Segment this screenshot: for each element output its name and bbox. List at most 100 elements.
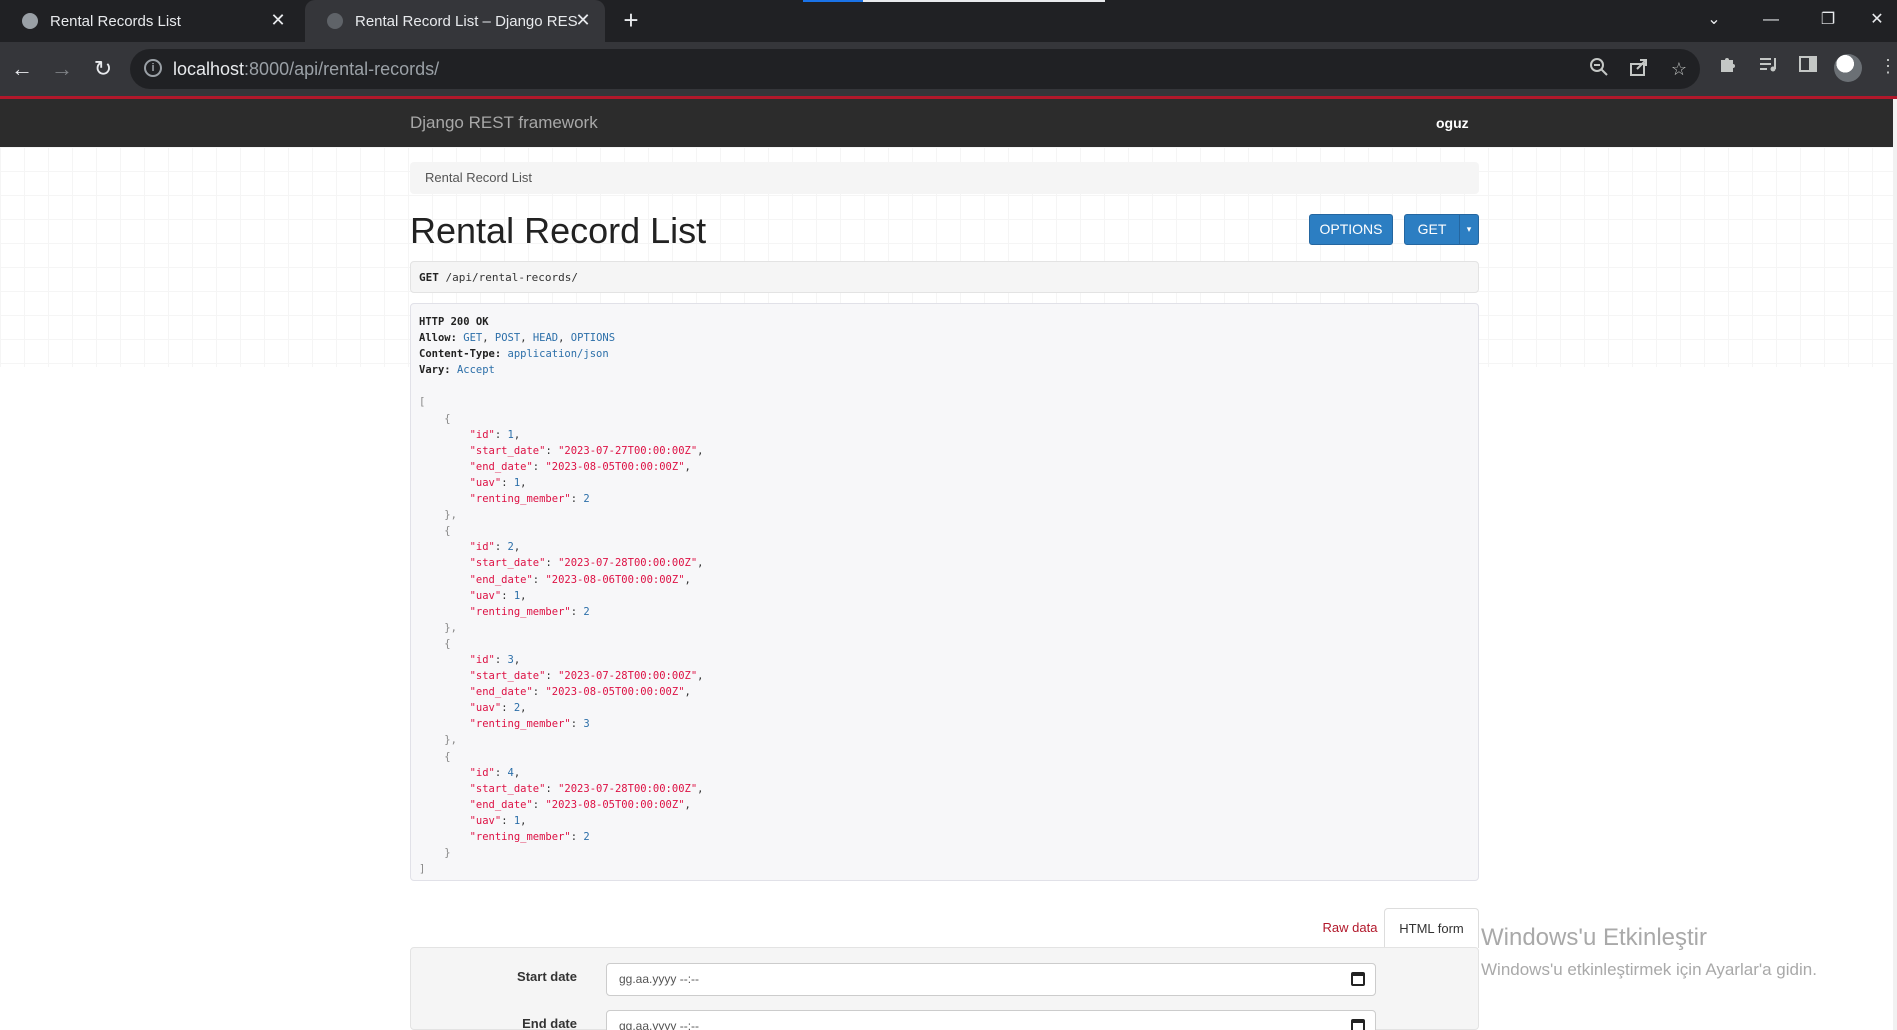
minimize-icon[interactable]: — [1751, 5, 1791, 35]
json-key: "end_date" [469, 798, 533, 811]
calendar-icon[interactable] [1351, 972, 1365, 986]
browser-tab-rental-records[interactable]: Rental Records List ✕ [0, 0, 300, 42]
json-key: "renting_member" [469, 831, 571, 843]
globe-icon [22, 13, 38, 29]
site-info-icon[interactable]: i [144, 59, 162, 77]
menu-kebab-icon[interactable]: ⋮ [1876, 54, 1897, 78]
page-scrollbar[interactable] [1893, 99, 1897, 1030]
json-brace: }, [444, 509, 457, 522]
json-string-value: "2023-08-06T00:00:00Z" [545, 573, 685, 586]
json-number-value: 1 [513, 589, 521, 602]
tab-search-icon[interactable]: ⌄ [1694, 5, 1734, 35]
json-bracket: ] [419, 863, 426, 876]
get-button[interactable]: GET [1404, 214, 1460, 245]
star-icon[interactable]: ☆ [1667, 57, 1691, 81]
tab-raw-data[interactable]: Raw data [1310, 908, 1390, 948]
puzzle-icon[interactable] [1716, 54, 1740, 78]
json-brace: { [444, 750, 451, 763]
restore-icon[interactable]: ❐ [1808, 5, 1848, 35]
json-string-value: "2023-07-28T00:00:00Z" [558, 557, 698, 570]
json-key: "uav" [469, 476, 502, 489]
user-menu[interactable]: oguz [1436, 115, 1469, 131]
json-key: "uav" [469, 589, 502, 602]
json-bracket: [ [419, 396, 426, 409]
end-date-label: End date [522, 1016, 577, 1030]
reload-icon[interactable]: ↻ [88, 54, 118, 84]
response-header-key: Vary: [419, 364, 451, 377]
json-brace: } [444, 847, 451, 860]
json-key: "renting_member" [469, 493, 571, 506]
json-string-value: "2023-08-05T00:00:00Z" [545, 686, 685, 699]
browser-tab-rental-record-list[interactable]: Rental Record List – Django REST ✕ [305, 0, 605, 42]
json-number-value: 1 [513, 814, 521, 827]
breadcrumb-item[interactable]: Rental Record List [425, 170, 532, 185]
end-date-placeholder: gg.aa.yyyy --:-- [619, 1019, 700, 1030]
json-key: "end_date" [469, 573, 533, 586]
json-brace: { [444, 637, 451, 650]
close-tab-icon[interactable]: ✕ [268, 10, 288, 30]
response-header-value: OPTIONS [570, 332, 616, 345]
json-brace: }, [444, 621, 457, 634]
json-number-value: 2 [583, 831, 590, 843]
json-number-value: 4 [507, 766, 514, 779]
profile-avatar[interactable] [1834, 54, 1862, 82]
breadcrumb: Rental Record List [410, 162, 1479, 194]
json-string-value: "2023-07-28T00:00:00Z" [558, 782, 698, 795]
json-key: "uav" [469, 702, 502, 715]
json-brace: { [444, 412, 451, 425]
json-number-value: 2 [513, 702, 521, 715]
json-key: "end_date" [469, 686, 533, 699]
response-header-value: Accept [456, 364, 495, 377]
get-format-dropdown[interactable]: ▾ [1459, 214, 1479, 245]
json-key: "start_date" [469, 557, 546, 570]
response-header-value: GET [463, 332, 483, 345]
start-date-label: Start date [517, 969, 577, 984]
start-date-input[interactable]: gg.aa.yyyy --:-- [606, 963, 1376, 996]
options-button[interactable]: OPTIONS [1309, 214, 1393, 245]
zoom-out-icon[interactable] [1587, 57, 1611, 81]
request-path: /api/rental-records/ [445, 271, 578, 284]
form-tabs: Raw data HTML form [410, 908, 1479, 948]
end-date-input[interactable]: gg.aa.yyyy --:-- [606, 1010, 1376, 1030]
response-status: HTTP 200 OK [419, 316, 489, 328]
json-key: "uav" [469, 814, 502, 827]
tab-title: Rental Record List – Django REST [355, 12, 577, 30]
json-number-value: 1 [507, 428, 514, 441]
address-bar[interactable]: i localhost:8000/api/rental-records/ ☆ [130, 49, 1700, 89]
back-icon[interactable]: ← [7, 54, 37, 84]
share-icon[interactable] [1627, 57, 1651, 81]
start-date-placeholder: gg.aa.yyyy --:-- [619, 972, 700, 986]
close-tab-icon[interactable]: ✕ [573, 10, 593, 30]
html-form: Start date gg.aa.yyyy --:-- End date gg.… [410, 947, 1479, 1030]
side-panel-icon[interactable] [1796, 54, 1820, 78]
json-string-value: "2023-07-27T00:00:00Z" [558, 444, 698, 457]
calendar-icon[interactable] [1351, 1019, 1365, 1030]
request-method: GET [419, 271, 439, 284]
json-key: "start_date" [469, 782, 546, 795]
page-title: Rental Record List [410, 210, 707, 251]
response-header-key: Content-Type: [419, 348, 502, 361]
loading-indicator [803, 0, 1105, 2]
url-path: :8000/api/rental-records/ [244, 59, 440, 79]
tab-html-form[interactable]: HTML form [1384, 908, 1479, 948]
new-tab-button[interactable]: + [618, 7, 644, 34]
response-header-value: POST [494, 332, 521, 345]
json-string-value: "2023-08-05T00:00:00Z" [545, 460, 685, 473]
reading-list-icon[interactable] [1756, 54, 1780, 78]
json-brace: }, [444, 734, 457, 747]
json-key: "id" [469, 653, 495, 666]
window-close-icon[interactable]: ✕ [1857, 5, 1897, 35]
json-string-value: "2023-08-05T00:00:00Z" [545, 798, 685, 811]
response-header-value: application/json [507, 348, 609, 361]
url-text[interactable]: localhost:8000/api/rental-records/ [173, 59, 439, 80]
forward-icon[interactable]: → [47, 54, 77, 84]
json-key: "renting_member" [469, 718, 571, 731]
tab-title: Rental Records List [50, 12, 181, 30]
drf-brand-link[interactable]: Django REST framework [410, 113, 598, 133]
loading-favicon-icon [327, 13, 343, 29]
response-header-key: Allow: [419, 332, 457, 345]
json-string-value: "2023-07-28T00:00:00Z" [558, 670, 698, 683]
windows-activation-subtitle: Windows'u etkinleştirmek için Ayarlar'a … [1481, 960, 1817, 979]
json-key: "start_date" [469, 444, 546, 457]
windows-activation-title: Windows'u Etkinleştir [1481, 924, 1707, 951]
